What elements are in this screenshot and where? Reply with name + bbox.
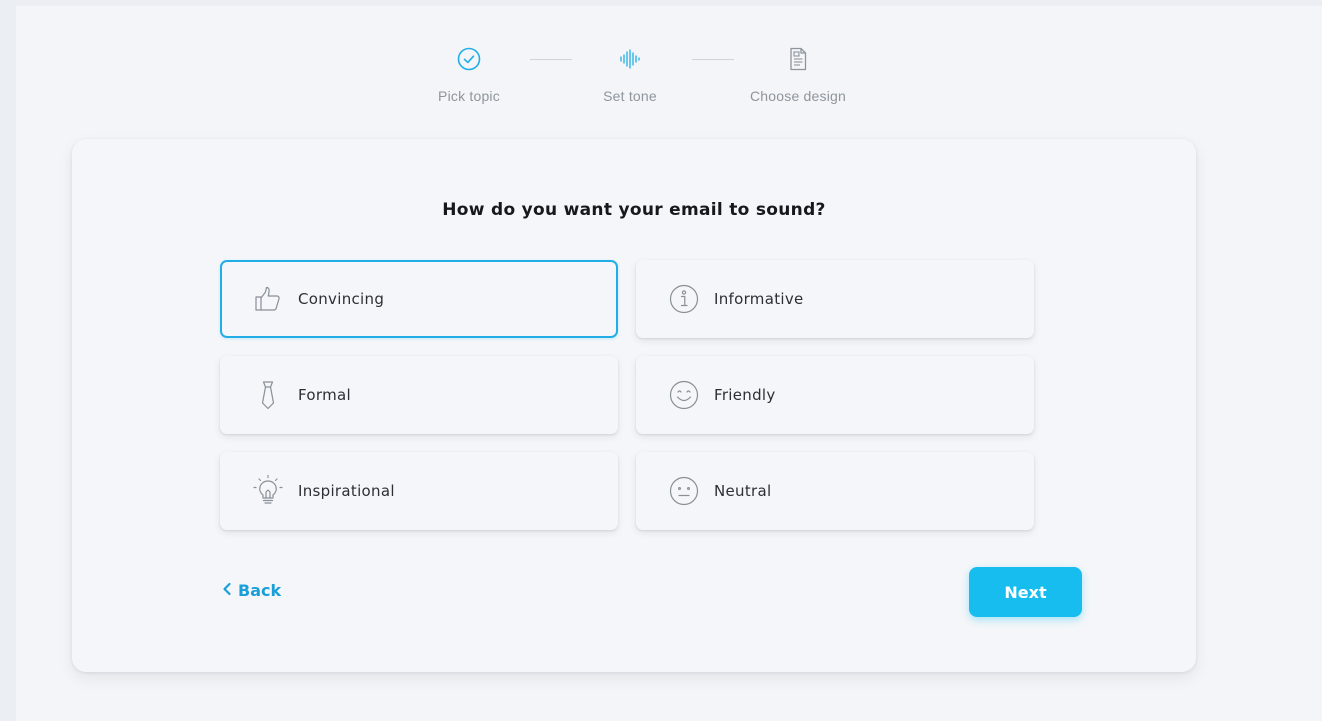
lightbulb-icon [252,474,284,507]
step-pick-topic[interactable]: Pick topic [389,44,549,104]
option-informative[interactable]: Informative [636,260,1034,338]
next-button[interactable]: Next [969,567,1082,617]
option-neutral[interactable]: Neutral [636,452,1034,530]
question-heading: How do you want your email to sound? [442,200,826,220]
neutral-face-icon [668,475,700,507]
thumbs-up-icon [252,283,284,315]
step-set-tone[interactable]: Set tone [550,44,710,104]
smiley-icon [668,379,700,411]
back-button[interactable]: Back [222,581,281,600]
check-circle-icon [389,44,549,74]
chevron-left-icon [222,581,232,600]
option-friendly[interactable]: Friendly [636,356,1034,434]
tie-icon [252,379,284,411]
option-label: Inspirational [298,482,395,500]
option-inspirational[interactable]: Inspirational [220,452,618,530]
page: Pick topic Set tone Choose design How do… [0,0,1322,721]
back-label: Back [238,581,282,600]
option-label: Informative [714,290,804,308]
option-label: Neutral [714,482,772,500]
tone-card: How do you want your email to sound? Con… [72,139,1196,672]
document-icon [718,44,878,74]
step-label: Set tone [603,88,657,104]
progress-stepper: Pick topic Set tone Choose design [0,0,1322,120]
option-label: Friendly [714,386,776,404]
step-label: Choose design [750,88,846,104]
step-label: Pick topic [438,88,500,104]
info-icon [668,283,700,315]
option-label: Convincing [298,290,385,308]
step-choose-design[interactable]: Choose design [718,44,878,104]
option-label: Formal [298,386,351,404]
option-convincing[interactable]: Convincing [220,260,618,338]
option-formal[interactable]: Formal [220,356,618,434]
sound-wave-icon [550,44,710,74]
